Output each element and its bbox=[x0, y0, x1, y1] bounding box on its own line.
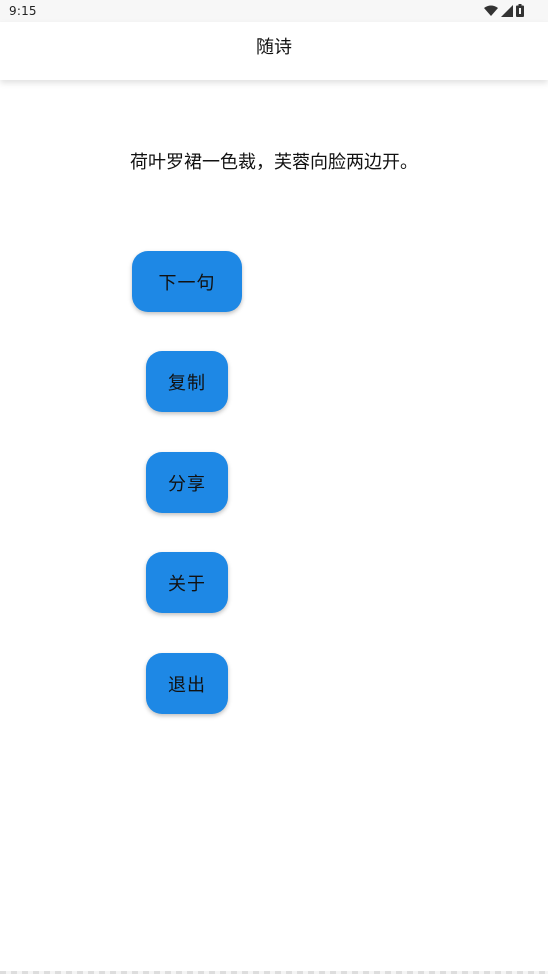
signal-icon bbox=[501, 2, 513, 21]
about-button[interactable]: 关于 bbox=[146, 552, 228, 613]
status-time: 9:15 bbox=[9, 4, 37, 18]
battery-icon bbox=[516, 2, 524, 21]
copy-button[interactable]: 复制 bbox=[146, 351, 228, 412]
app-bar: 随诗 bbox=[0, 22, 548, 80]
next-line-button[interactable]: 下一句 bbox=[132, 251, 242, 312]
wifi-icon bbox=[484, 2, 498, 21]
status-bar: 9:15 bbox=[0, 0, 548, 22]
poem-line: 荷叶罗裙一色裁，芙蓉向脸两边开。 bbox=[130, 152, 418, 173]
status-icons bbox=[484, 2, 524, 21]
page-title: 随诗 bbox=[256, 37, 292, 58]
share-button[interactable]: 分享 bbox=[146, 452, 228, 513]
exit-button[interactable]: 退出 bbox=[146, 653, 228, 714]
